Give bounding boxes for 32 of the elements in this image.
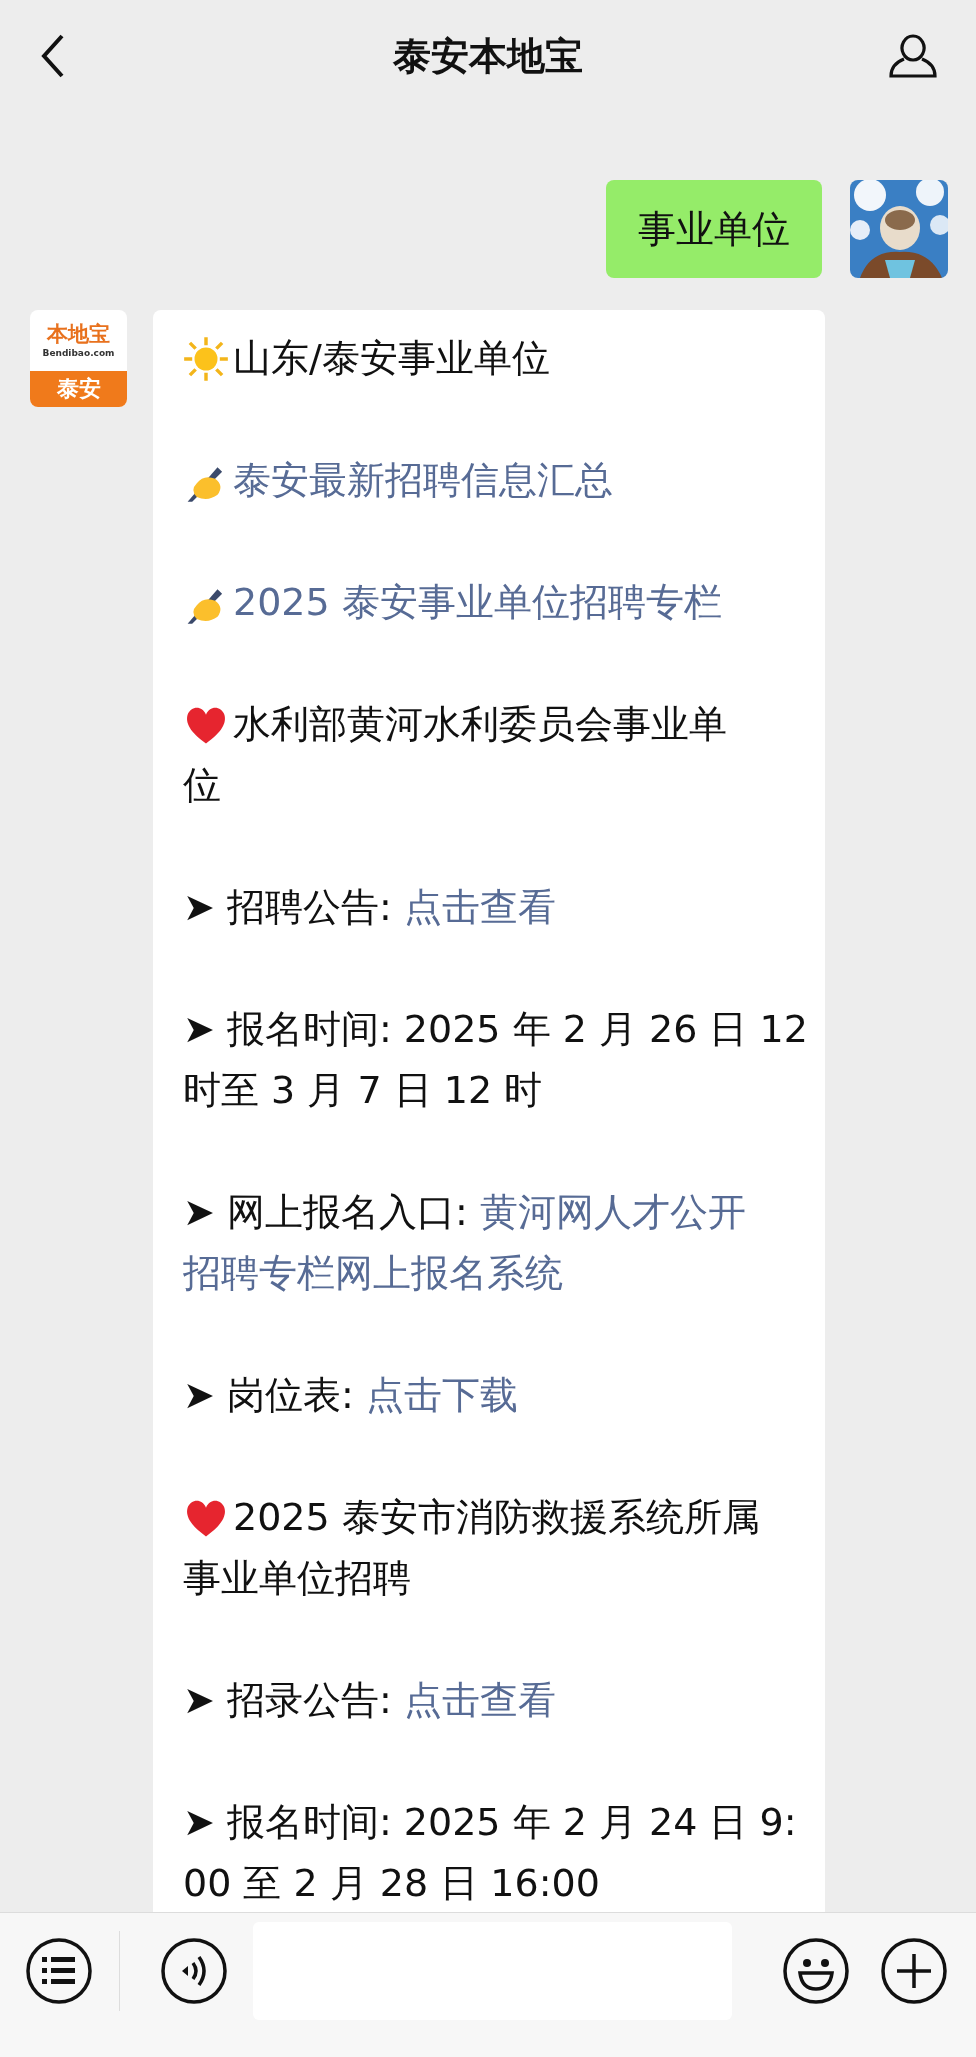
message-text: 位 bbox=[183, 762, 221, 809]
logo-text: 本地宝 bbox=[47, 322, 110, 346]
link[interactable]: 招聘专栏网上报名系统 bbox=[183, 1243, 563, 1304]
message-text: 事业单位招聘 bbox=[183, 1555, 411, 1602]
sent-message: 事业单位 bbox=[606, 180, 822, 278]
back-icon[interactable] bbox=[40, 33, 66, 79]
profile-icon[interactable] bbox=[888, 33, 938, 79]
message-text: 00 至 2 月 28 日 16:00 bbox=[183, 1860, 600, 1907]
link[interactable]: 泰安最新招聘信息汇总 bbox=[233, 450, 613, 511]
link[interactable]: 点击查看 bbox=[403, 1670, 556, 1731]
message-text: 时至 3 月 7 日 12 时 bbox=[183, 1067, 543, 1114]
chat-title: 泰安本地宝 bbox=[392, 32, 584, 80]
message-text: ➤ 报名时间: 2025 年 2 月 26 日 12 bbox=[183, 1006, 808, 1053]
link[interactable]: 黄河网人才公开 bbox=[479, 1182, 746, 1243]
message-text: 山东/泰安事业单位 bbox=[233, 335, 550, 382]
message-text: ➤ 招聘公告: bbox=[183, 884, 393, 931]
message-text: 2025 泰安市消防救援系统所属 bbox=[233, 1494, 760, 1541]
link[interactable]: 2025 泰安事业单位招聘专栏 bbox=[233, 572, 722, 633]
logo-city-banner: 泰安 bbox=[30, 371, 127, 407]
message-text: ➤ 报名时间: 2025 年 2 月 24 日 9: bbox=[183, 1799, 797, 1846]
message-text: ➤ 网上报名入口: bbox=[183, 1189, 469, 1236]
voice-icon[interactable] bbox=[160, 1937, 228, 2005]
message-text: ➤ 招录公告: bbox=[183, 1677, 393, 1724]
message-text: ➤ 岗位表: bbox=[183, 1372, 355, 1419]
link[interactable]: 点击下载 bbox=[365, 1365, 518, 1426]
logo-domain: Bendibao.com bbox=[42, 347, 115, 360]
sun-icon bbox=[183, 335, 229, 382]
menu-icon[interactable] bbox=[25, 1937, 93, 2005]
message-text: 水利部黄河水利委员会事业单 bbox=[233, 701, 727, 748]
link[interactable]: 点击查看 bbox=[403, 877, 556, 938]
emoji-icon[interactable] bbox=[782, 1937, 850, 2005]
add-icon[interactable] bbox=[880, 1937, 948, 2005]
